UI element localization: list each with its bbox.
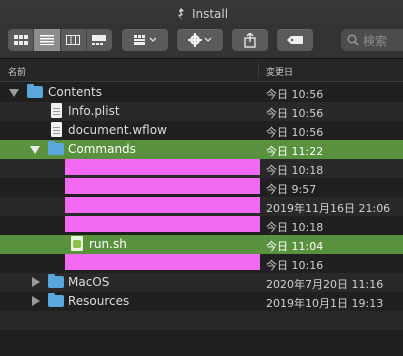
column-view-button[interactable]: [61, 29, 87, 51]
item-date: 2019年11月16日 21:06: [266, 202, 391, 215]
list-item[interactable]: Contents 今日 10:56: [0, 83, 403, 102]
column-view-icon: [66, 35, 81, 45]
redacted-item-name: [65, 159, 260, 175]
share-icon: [244, 32, 256, 48]
folder-icon: [48, 293, 64, 307]
search-placeholder: 検索: [363, 33, 388, 48]
item-name: Contents: [48, 85, 102, 99]
item-date: 今日 11:22: [266, 145, 324, 158]
list-item[interactable]: 今日 10:18: [0, 216, 403, 235]
action-button[interactable]: [177, 29, 223, 51]
view-mode-segmented-control: [8, 29, 112, 51]
item-date: 今日 10:18: [266, 164, 324, 177]
column-header: 名前 変更日: [0, 59, 403, 82]
list-item[interactable]: 2019年11月16日 21:06: [0, 197, 403, 216]
item-date: 今日 10:18: [266, 221, 324, 234]
empty-row: [0, 311, 403, 330]
item-name: Info.plist: [68, 104, 120, 118]
folder-icon: [48, 274, 64, 288]
folder-icon: [27, 84, 43, 98]
list-item[interactable]: MacOS 2020年7月20日 11:16: [0, 273, 403, 292]
icon-view-icon: [13, 35, 28, 45]
item-date: 今日 10:56: [266, 126, 324, 139]
item-date: 今日 10:56: [266, 107, 324, 120]
item-date: 2020年7月20日 11:16: [266, 278, 384, 291]
disclosure-triangle-expanded-icon[interactable]: [30, 146, 40, 154]
name-column-header[interactable]: 名前: [8, 65, 26, 78]
item-name: Resources: [68, 294, 130, 308]
list-item[interactable]: 今日 9:57: [0, 178, 403, 197]
list-item[interactable]: Info.plist 今日 10:56: [0, 102, 403, 121]
window-title: Install: [191, 7, 229, 21]
redacted-item-name: [65, 254, 260, 270]
list-view-icon: [39, 35, 54, 45]
item-name: run.sh: [89, 237, 127, 251]
gallery-view-icon: [92, 35, 107, 45]
tag-button[interactable]: [277, 29, 313, 51]
group-by-button[interactable]: [122, 29, 168, 51]
redacted-item-name: [65, 197, 260, 213]
list-item-selected[interactable]: Commands 今日 11:22: [0, 140, 403, 159]
item-date: 今日 10:56: [266, 88, 324, 101]
finder-window: Install 検索 名前 変更日 Contents 今日 10:56 Info…: [0, 0, 403, 356]
search-field[interactable]: 検索: [341, 29, 403, 51]
list-item[interactable]: 今日 10:18: [0, 159, 403, 178]
item-date: 今日 11:04: [266, 240, 324, 253]
item-date: 2019年10月1日 19:13: [266, 297, 384, 310]
list-item-selected[interactable]: run.sh 今日 11:04: [0, 235, 403, 254]
redacted-item-name: [65, 178, 260, 194]
document-icon: [51, 103, 62, 118]
disclosure-triangle-expanded-icon[interactable]: [9, 89, 19, 97]
item-name: document.wflow: [68, 123, 167, 137]
search-icon: [347, 34, 359, 46]
document-icon: [51, 122, 62, 137]
item-name: Commands: [68, 142, 136, 156]
grid-icon: [134, 35, 156, 45]
icon-view-button[interactable]: [8, 29, 35, 51]
item-name: MacOS: [68, 275, 110, 289]
gear-icon: [188, 33, 212, 47]
file-list: Contents 今日 10:56 Info.plist 今日 10:56 do…: [0, 83, 403, 356]
share-button[interactable]: [232, 29, 268, 51]
list-item[interactable]: document.wflow 今日 10:56: [0, 121, 403, 140]
list-item[interactable]: Resources 2019年10月1日 19:13: [0, 292, 403, 311]
date-modified-column-header[interactable]: 変更日: [266, 65, 293, 78]
list-item[interactable]: 今日 10:16: [0, 254, 403, 273]
list-view-button[interactable]: [34, 29, 61, 51]
redacted-item-name: [65, 216, 260, 232]
toolbar: 検索: [0, 24, 403, 59]
disclosure-triangle-collapsed-icon[interactable]: [32, 277, 40, 287]
item-date: 今日 9:57: [266, 183, 317, 196]
shell-script-icon: [71, 236, 83, 251]
empty-row: [0, 330, 403, 349]
tag-icon: [287, 36, 303, 44]
folder-icon: [48, 141, 64, 155]
disclosure-triangle-collapsed-icon[interactable]: [32, 296, 40, 306]
automator-icon: [177, 8, 184, 20]
item-date: 今日 10:16: [266, 259, 324, 272]
gallery-view-button[interactable]: [87, 29, 112, 51]
column-divider[interactable]: [258, 62, 259, 78]
